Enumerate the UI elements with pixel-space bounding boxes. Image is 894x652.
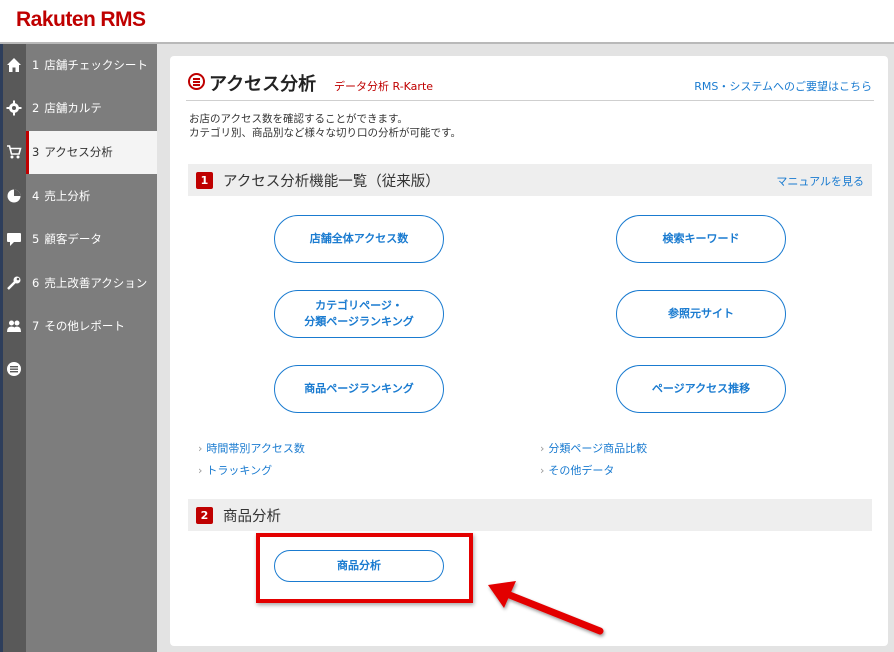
sidebar-item-sales-analysis[interactable]: 4 売上分析 <box>26 175 157 218</box>
description-line-2: カテゴリ別、商品別など様々な切り口の分析が可能です。 <box>189 127 461 139</box>
other-data-link[interactable]: › その他データ <box>540 462 614 478</box>
sidebar-item-sales-improvement[interactable]: 6 売上改善アクション <box>26 262 157 305</box>
sidebar-item-num: 1 <box>32 58 40 72</box>
sidebar-row-4: 4 売上分析 <box>0 175 157 218</box>
sidebar-item-label: アクセス分析 <box>44 145 113 159</box>
sidebar-item-label: 売上改善アクション <box>44 276 148 290</box>
sidebar-item-num: 6 <box>32 276 40 290</box>
annotation-highlight-box <box>256 533 473 603</box>
chat-icon[interactable] <box>5 231 23 249</box>
chevron-right-icon: › <box>540 442 545 455</box>
cart-icon[interactable] <box>5 144 23 162</box>
sidebar-row-7: 7 その他レポート <box>0 305 157 348</box>
annotation-arrow-icon <box>488 581 604 635</box>
sidebar-item-label: 店舗カルテ <box>44 101 102 115</box>
product-page-ranking-button[interactable]: 商品ページランキング <box>274 365 444 413</box>
description-line-1: お店のアクセス数を確認することができます。 <box>189 113 408 125</box>
page-description: お店のアクセス数を確認することができます。 カテゴリ別、商品別など様々な切り口の… <box>189 112 461 140</box>
sidebar-item-access-analysis[interactable]: 3 アクセス分析 <box>26 131 157 174</box>
button-line-1: カテゴリページ・ <box>315 299 403 312</box>
chevron-right-icon: › <box>198 464 203 477</box>
page-access-trend-button[interactable]: ページアクセス推移 <box>616 365 786 413</box>
sidebar-item-label: その他レポート <box>44 319 125 333</box>
section-product-analysis: 2 商品分析 <box>188 499 872 531</box>
search-keyword-button[interactable]: 検索キーワード <box>616 215 786 263</box>
category-ranking-button[interactable]: カテゴリページ・ 分類ページランキング <box>274 290 444 338</box>
section-number-badge: 1 <box>196 172 213 189</box>
sidebar-item-label: 売上分析 <box>44 189 91 203</box>
section-title: 商品分析 <box>223 509 281 525</box>
sidebar-row-2: 2 店舗カルテ <box>0 87 157 130</box>
list-icon <box>188 73 205 90</box>
category-compare-link[interactable]: › 分類ページ商品比較 <box>540 440 647 456</box>
pie-chart-icon[interactable] <box>5 188 23 206</box>
title-divider <box>186 100 874 101</box>
home-icon[interactable] <box>5 57 23 75</box>
top-header: Rakuten RMS <box>0 0 894 44</box>
sidebar-row-1: 1 店舗チェックシート <box>0 44 157 87</box>
users-icon[interactable] <box>5 318 23 336</box>
section-title: アクセス分析機能一覧（従来版） <box>223 174 440 190</box>
chevron-right-icon: › <box>198 442 203 455</box>
hourly-access-link[interactable]: › 時間帯別アクセス数 <box>198 440 305 456</box>
chevron-right-icon: › <box>540 464 545 477</box>
gear-icon[interactable] <box>5 100 23 118</box>
sidebar-row-8 <box>0 349 157 392</box>
button-line-2: 分類ページランキング <box>304 315 414 328</box>
sidebar-item-num: 4 <box>32 189 40 203</box>
tracking-link[interactable]: › トラッキング <box>198 462 272 478</box>
link-label: その他データ <box>548 464 615 477</box>
sidebar-row-6: 6 売上改善アクション <box>0 262 157 305</box>
manual-link[interactable]: マニュアルを見る <box>776 173 864 189</box>
rakuten-rms-logo[interactable]: Rakuten RMS <box>16 8 146 32</box>
logo-main: Rakuten <box>16 8 96 31</box>
store-access-button[interactable]: 店舗全体アクセス数 <box>274 215 444 263</box>
sidebar-item-other-reports[interactable]: 7 その他レポート <box>26 305 157 348</box>
sidebar-item-num: 5 <box>32 232 40 246</box>
logo-sub: RMS <box>100 8 146 31</box>
page-subtitle: データ分析 R-Karte <box>334 80 434 93</box>
sidebar-item-store-karte[interactable]: 2 店舗カルテ <box>26 87 157 130</box>
sidebar-row-3: 3 アクセス分析 <box>0 131 157 174</box>
referrer-site-button[interactable]: 参照元サイト <box>616 290 786 338</box>
sidebar-item-num: 3 <box>32 145 40 159</box>
link-label: トラッキング <box>206 464 273 477</box>
sidebar-item-label: 顧客データ <box>44 232 102 246</box>
sidebar-item-num: 2 <box>32 101 40 115</box>
link-label: 分類ページ商品比較 <box>548 442 648 455</box>
page-title: アクセス分析 <box>209 74 317 95</box>
section-access-features: 1 アクセス分析機能一覧（従来版） マニュアルを見る <box>188 164 872 196</box>
sidebar-item-label: 店舗チェックシート <box>44 58 148 72</box>
sidebar-item-store-checksheet[interactable]: 1 店舗チェックシート <box>26 44 157 87</box>
tools-icon[interactable] <box>5 275 23 293</box>
sidebar-row-5: 5 顧客データ <box>0 218 157 261</box>
rms-feedback-link[interactable]: RMS・システムへのご要望はこちら <box>694 78 872 94</box>
sidebar-item-num: 7 <box>32 319 40 333</box>
list-icon[interactable] <box>5 361 23 379</box>
sidebar-item-customer-data[interactable]: 5 顧客データ <box>26 218 157 261</box>
link-label: 時間帯別アクセス数 <box>206 442 305 455</box>
section-number-badge: 2 <box>196 507 213 524</box>
